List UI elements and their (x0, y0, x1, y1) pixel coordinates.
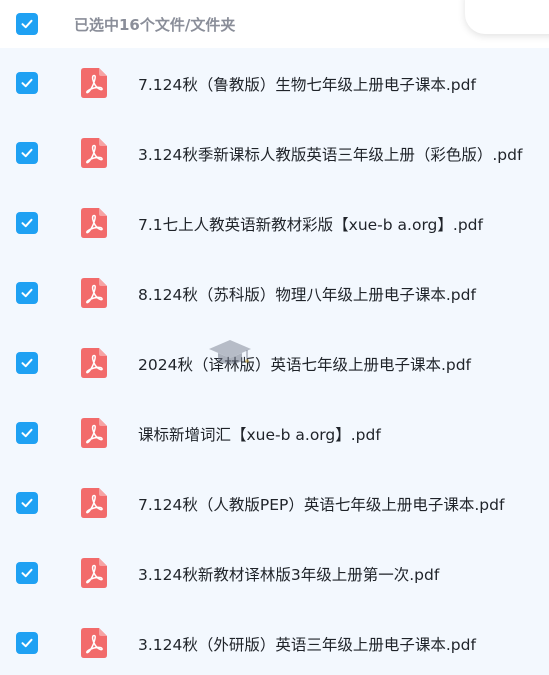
check-icon (21, 358, 33, 368)
file-name: 7.124秋（人教版PEP）英语七年级上册电子课本.pdf (138, 496, 505, 514)
graduation-cap-watermark-icon (209, 340, 251, 364)
header-corner-panel (465, 0, 549, 34)
file-checkbox[interactable] (16, 492, 38, 514)
check-icon (21, 428, 33, 438)
file-row[interactable]: 2024秋（译林版）英语七年级上册电子课本.pdf (0, 328, 549, 398)
file-name: 3.124秋新教材译林版3年级上册第一次.pdf (138, 566, 440, 584)
file-checkbox[interactable] (16, 142, 38, 164)
file-checkbox[interactable] (16, 632, 38, 654)
file-row[interactable]: 7.124秋（人教版PEP）英语七年级上册电子课本.pdf (0, 468, 549, 538)
file-name: 2024秋（译林版）英语七年级上册电子课本.pdf (138, 356, 472, 374)
selection-header: 已选中16个文件/文件夹 (0, 0, 549, 48)
pdf-icon (81, 628, 107, 658)
file-checkbox[interactable] (16, 352, 38, 374)
file-name: 7.124秋（鲁教版）生物七年级上册电子课本.pdf (138, 76, 476, 94)
check-icon (21, 638, 33, 648)
file-name: 课标新增词汇【xue-b a.org】.pdf (138, 426, 381, 444)
file-name: 3.124秋（外研版）英语三年级上册电子课本.pdf (138, 636, 476, 654)
pdf-icon (81, 348, 107, 378)
file-list: 7.124秋（鲁教版）生物七年级上册电子课本.pdf 3.124秋季新课标人教版… (0, 48, 549, 675)
selection-count-title: 已选中16个文件/文件夹 (74, 16, 236, 34)
check-icon (21, 19, 33, 29)
file-row[interactable]: 7.1七上人教英语新教材彩版【xue-b a.org】.pdf (0, 188, 549, 258)
file-checkbox[interactable] (16, 72, 38, 94)
pdf-icon (81, 558, 107, 588)
file-checkbox[interactable] (16, 422, 38, 444)
file-row[interactable]: 7.124秋（鲁教版）生物七年级上册电子课本.pdf (0, 48, 549, 118)
file-row[interactable]: 3.124秋新教材译林版3年级上册第一次.pdf (0, 538, 549, 608)
pdf-icon (81, 488, 107, 518)
file-checkbox[interactable] (16, 212, 38, 234)
pdf-icon (81, 278, 107, 308)
select-all-checkbox[interactable] (16, 13, 38, 35)
check-icon (21, 218, 33, 228)
file-name: 8.124秋（苏科版）物理八年级上册电子课本.pdf (138, 286, 476, 304)
file-row[interactable]: 3.124秋（外研版）英语三年级上册电子课本.pdf (0, 608, 549, 675)
file-selection-panel: 已选中16个文件/文件夹 7.124秋（鲁教版）生物七年级上册电子课本.pdf … (0, 0, 549, 675)
file-row[interactable]: 课标新增词汇【xue-b a.org】.pdf (0, 398, 549, 468)
file-name: 7.1七上人教英语新教材彩版【xue-b a.org】.pdf (138, 216, 483, 234)
file-row[interactable]: 3.124秋季新课标人教版英语三年级上册（彩色版）.pdf (0, 118, 549, 188)
file-row[interactable]: 8.124秋（苏科版）物理八年级上册电子课本.pdf (0, 258, 549, 328)
pdf-icon (81, 418, 107, 448)
pdf-icon (81, 138, 107, 168)
pdf-icon (81, 68, 107, 98)
check-icon (21, 148, 33, 158)
file-checkbox[interactable] (16, 562, 38, 584)
check-icon (21, 288, 33, 298)
pdf-icon (81, 208, 107, 238)
check-icon (21, 568, 33, 578)
file-name: 3.124秋季新课标人教版英语三年级上册（彩色版）.pdf (138, 146, 523, 164)
check-icon (21, 498, 33, 508)
file-checkbox[interactable] (16, 282, 38, 304)
check-icon (21, 78, 33, 88)
